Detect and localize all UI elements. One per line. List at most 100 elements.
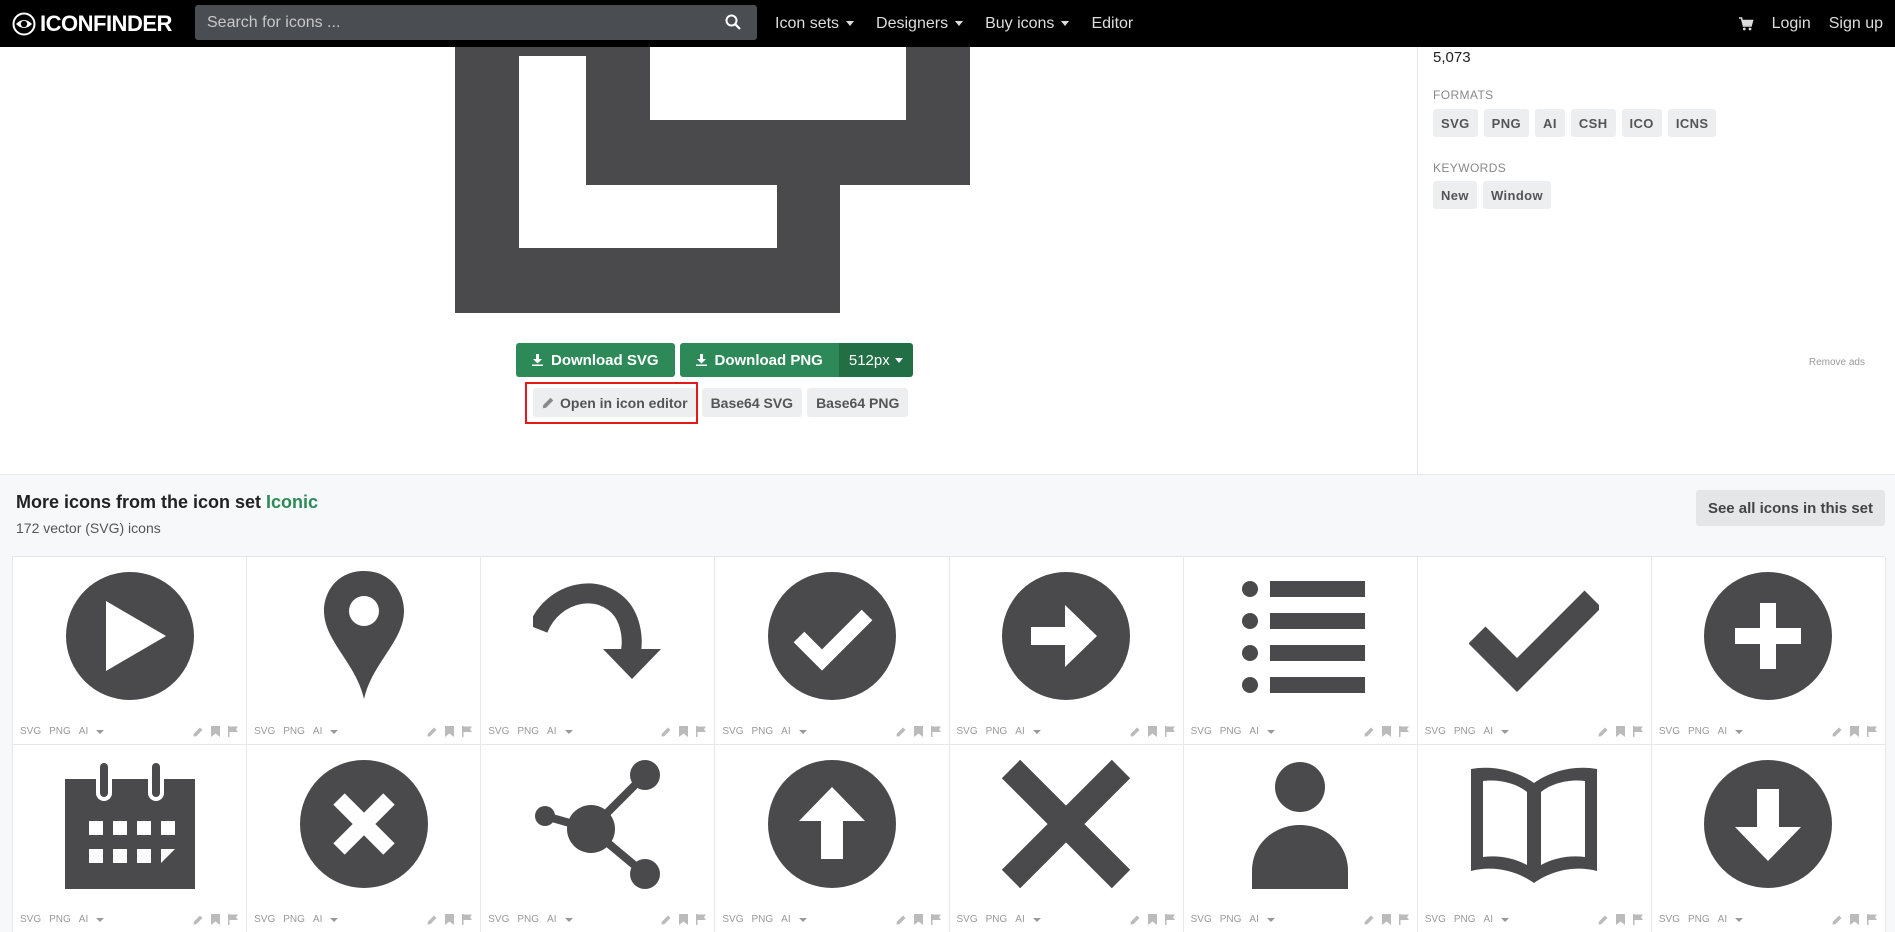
- pencil-icon[interactable]: [896, 727, 906, 737]
- pencil-icon[interactable]: [1832, 915, 1842, 925]
- format-tag[interactable]: AI: [1535, 109, 1565, 137]
- keyword-tag[interactable]: Window: [1482, 181, 1552, 209]
- signup-link[interactable]: Sign up: [1829, 15, 1883, 33]
- icon-card[interactable]: SVG PNG AI: [1183, 557, 1418, 745]
- flag-icon[interactable]: [930, 726, 941, 737]
- chevron-down-icon[interactable]: [1501, 917, 1509, 922]
- bookmark-icon[interactable]: [1381, 726, 1391, 737]
- pencil-icon[interactable]: [1364, 727, 1374, 737]
- flag-icon[interactable]: [1398, 914, 1409, 925]
- bookmark-icon[interactable]: [913, 726, 923, 737]
- base64-png-button[interactable]: Base64 PNG: [807, 388, 909, 417]
- icon-card[interactable]: SVG PNG AI: [1417, 557, 1652, 745]
- icon-card[interactable]: SVG PNG AI: [247, 557, 482, 745]
- chevron-down-icon[interactable]: [96, 917, 105, 922]
- base64-svg-button[interactable]: Base64 SVG: [701, 388, 803, 417]
- chevron-down-icon[interactable]: [330, 917, 339, 922]
- bookmark-icon[interactable]: [445, 914, 455, 925]
- icon-card[interactable]: SVG PNG AI: [13, 557, 248, 745]
- format-tag[interactable]: SVG: [1433, 109, 1478, 137]
- bookmark-icon[interactable]: [1850, 726, 1859, 737]
- icon-card[interactable]: SVG PNG AI: [247, 745, 482, 932]
- icon-card[interactable]: SVG PNG AI: [481, 557, 716, 745]
- icon-card[interactable]: SVG PNG AI: [715, 745, 950, 932]
- icon-card[interactable]: SVG PNG AI: [1651, 745, 1886, 932]
- bookmark-icon[interactable]: [679, 914, 689, 925]
- pencil-icon[interactable]: [1598, 915, 1608, 925]
- chevron-down-icon[interactable]: [1266, 917, 1275, 922]
- bookmark-icon[interactable]: [211, 726, 221, 737]
- chevron-down-icon[interactable]: [1032, 917, 1041, 922]
- bookmark-icon[interactable]: [913, 914, 923, 925]
- chevron-down-icon[interactable]: [798, 729, 807, 734]
- pencil-icon[interactable]: [661, 727, 671, 737]
- icon-card[interactable]: SVG PNG AI: [715, 557, 950, 745]
- format-tag[interactable]: PNG: [1483, 109, 1530, 137]
- bookmark-icon[interactable]: [1615, 726, 1625, 737]
- bookmark-icon[interactable]: [679, 726, 689, 737]
- flag-icon[interactable]: [1867, 914, 1877, 925]
- flag-icon[interactable]: [696, 726, 707, 737]
- flag-icon[interactable]: [1398, 726, 1409, 737]
- chevron-down-icon[interactable]: [564, 917, 573, 922]
- chevron-down-icon[interactable]: [1735, 729, 1744, 734]
- icon-card[interactable]: SVG PNG AI: [1651, 557, 1886, 745]
- login-link[interactable]: Login: [1772, 15, 1811, 33]
- format-tag[interactable]: ICO: [1621, 109, 1662, 137]
- chevron-down-icon[interactable]: [330, 729, 339, 734]
- chevron-down-icon[interactable]: [798, 917, 807, 922]
- bookmark-icon[interactable]: [1381, 914, 1391, 925]
- bookmark-icon[interactable]: [211, 914, 221, 925]
- chevron-down-icon[interactable]: [1032, 729, 1041, 734]
- flag-icon[interactable]: [1164, 726, 1175, 737]
- search-icon[interactable]: [725, 14, 741, 30]
- pencil-icon[interactable]: [1598, 727, 1608, 737]
- pencil-icon[interactable]: [1364, 915, 1374, 925]
- icon-card[interactable]: SVG PNG AI: [481, 745, 716, 932]
- icon-set-link[interactable]: Iconic: [266, 492, 318, 512]
- remove-ads-link[interactable]: Remove ads: [1809, 357, 1865, 368]
- flag-icon[interactable]: [228, 726, 239, 737]
- pencil-icon[interactable]: [1130, 915, 1140, 925]
- icon-card[interactable]: SVG PNG AI: [13, 745, 248, 932]
- chevron-down-icon[interactable]: [1735, 917, 1744, 922]
- nav-editor[interactable]: Editor: [1091, 15, 1133, 33]
- download-png-button[interactable]: Download PNG: [679, 343, 839, 377]
- search-input[interactable]: [195, 13, 705, 32]
- flag-icon[interactable]: [462, 726, 473, 737]
- flag-icon[interactable]: [1632, 726, 1643, 737]
- flag-icon[interactable]: [696, 914, 707, 925]
- flag-icon[interactable]: [228, 914, 239, 925]
- pencil-icon[interactable]: [1832, 727, 1842, 737]
- chevron-down-icon[interactable]: [96, 729, 105, 734]
- chevron-down-icon[interactable]: [564, 729, 573, 734]
- pencil-icon[interactable]: [896, 915, 906, 925]
- pencil-icon[interactable]: [193, 727, 203, 737]
- brand-logo[interactable]: ICONFINDER: [12, 11, 172, 37]
- format-tag[interactable]: CSH: [1570, 109, 1616, 137]
- nav-buy-icons[interactable]: Buy icons: [985, 15, 1070, 33]
- download-svg-button[interactable]: Download SVG: [516, 343, 675, 377]
- flag-icon[interactable]: [930, 914, 941, 925]
- icon-card[interactable]: SVG PNG AI: [949, 557, 1184, 745]
- keyword-tag[interactable]: New: [1433, 181, 1477, 209]
- icon-card[interactable]: SVG PNG AI: [949, 745, 1184, 932]
- flag-icon[interactable]: [1632, 914, 1643, 925]
- nav-icon-sets[interactable]: Icon sets: [775, 15, 855, 33]
- bookmark-icon[interactable]: [1850, 914, 1859, 925]
- nav-designers[interactable]: Designers: [876, 15, 964, 33]
- pencil-icon[interactable]: [427, 727, 437, 737]
- pencil-icon[interactable]: [427, 915, 437, 925]
- png-size-dropdown[interactable]: 512px: [838, 343, 913, 377]
- bookmark-icon[interactable]: [1147, 726, 1157, 737]
- flag-icon[interactable]: [1164, 914, 1175, 925]
- bookmark-icon[interactable]: [1147, 914, 1157, 925]
- chevron-down-icon[interactable]: [1501, 729, 1509, 734]
- flag-icon[interactable]: [462, 914, 473, 925]
- icon-card[interactable]: SVG PNG AI: [1183, 745, 1418, 932]
- pencil-icon[interactable]: [193, 915, 203, 925]
- pencil-icon[interactable]: [661, 915, 671, 925]
- see-all-icons-button[interactable]: See all icons in this set: [1695, 490, 1885, 526]
- cart-icon[interactable]: [1738, 16, 1754, 32]
- bookmark-icon[interactable]: [445, 726, 455, 737]
